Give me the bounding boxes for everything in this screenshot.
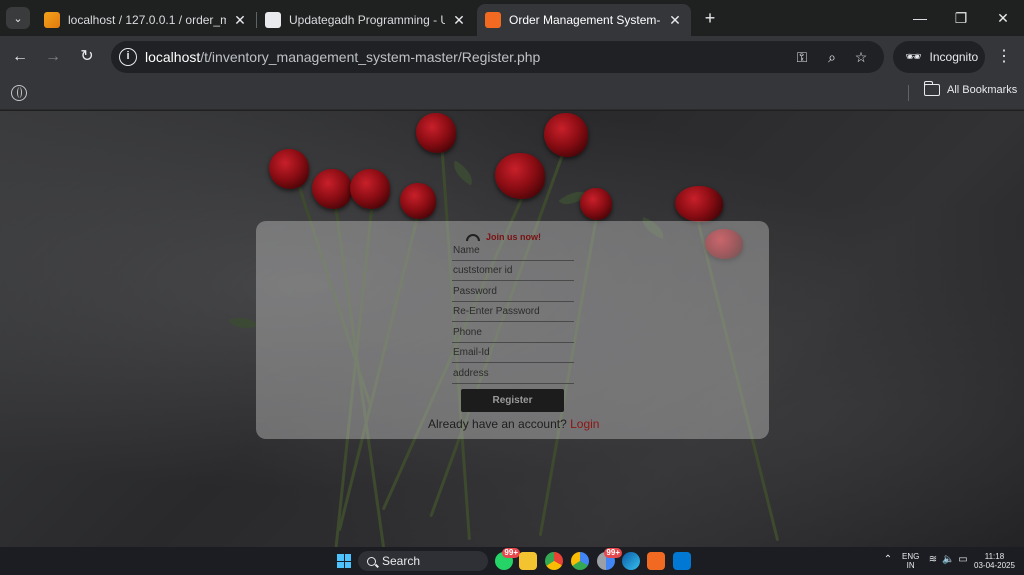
customer-id-field[interactable] (452, 261, 574, 281)
login-prompt: Already have an account? Login (428, 417, 599, 431)
clock[interactable]: 11:18 03-04-2025 (974, 552, 1015, 570)
xampp-icon[interactable] (647, 552, 665, 570)
reload-button[interactable]: ↻ (76, 46, 98, 68)
close-icon: ✕ (997, 10, 1009, 26)
register-button[interactable]: Register (461, 389, 564, 412)
tab-title: Order Management System-regist (509, 13, 661, 27)
arrow-right-icon: → (45, 48, 61, 65)
login-link[interactable]: Login (570, 417, 599, 431)
address-field[interactable] (452, 364, 574, 384)
language-indicator[interactable]: ENG IN (902, 552, 919, 570)
star-icon[interactable]: ☆ (852, 48, 870, 66)
whatsapp-icon[interactable]: 99+ (495, 548, 520, 570)
arrow-left-icon: ← (12, 48, 28, 65)
xampp-icon (485, 12, 501, 28)
leaf (228, 312, 258, 334)
incognito-label: Incognito (929, 50, 979, 64)
rose (580, 188, 612, 220)
more-vertical-icon: ⋮ (996, 48, 1012, 65)
restore-button[interactable]: ❐ (946, 8, 976, 28)
rose (495, 153, 545, 199)
rose (269, 149, 309, 189)
forward-button[interactable]: → (42, 46, 64, 68)
windows-start-icon[interactable] (337, 554, 351, 568)
url-text[interactable]: localhost/t/inventory_management_system-… (145, 49, 540, 65)
notification-badge: 99+ (502, 548, 520, 558)
chevron-up-icon[interactable]: ⌃ (882, 555, 894, 565)
chrome-beta-icon[interactable] (571, 552, 589, 570)
key-icon[interactable]: ⚿ (793, 48, 811, 66)
minimize-button[interactable]: — (905, 8, 935, 28)
leaf (448, 160, 478, 186)
rose (400, 183, 436, 219)
reload-icon: ↻ (80, 48, 94, 65)
password-field[interactable] (452, 282, 574, 302)
updategadh-icon (265, 12, 281, 28)
site-info-icon[interactable]: i (119, 48, 137, 66)
region-code: IN (906, 561, 915, 570)
bookmarks-divider (908, 85, 909, 101)
plus-icon: + (704, 8, 716, 28)
rose (675, 186, 723, 222)
vscode-icon[interactable] (673, 552, 691, 570)
volume-icon[interactable]: 🔈 (942, 555, 954, 565)
rose (312, 169, 352, 209)
tab-phpmyadmin[interactable]: localhost / 127.0.0.1 / order_mgmt ✕ (36, 4, 256, 36)
tab-title: Updategadh Programming - Upda (289, 13, 445, 27)
taskbar: Search 99+ 99+ ⌃ ENG IN ≋ 🔈 ▭ 11:18 03-0… (0, 547, 1024, 575)
email-field[interactable] (452, 343, 574, 363)
browser-toolbar: ← → ↻ i localhost/t/inventory_management… (0, 36, 1024, 78)
folder-icon (923, 81, 940, 96)
close-icon[interactable]: ✕ (451, 12, 467, 29)
search-icon (367, 556, 376, 566)
new-tab-button[interactable]: + (699, 8, 721, 28)
close-icon[interactable]: ✕ (667, 12, 683, 29)
address-bar[interactable]: i localhost/t/inventory_management_syste… (111, 41, 884, 73)
tab-search-button[interactable]: ⌄ (6, 7, 30, 29)
rose (416, 113, 456, 153)
url-host: localhost (145, 49, 201, 65)
taskbar-search[interactable]: Search (358, 551, 488, 571)
close-window-button[interactable]: ✕ (988, 8, 1018, 28)
chrome-dev-icon[interactable]: 99+ (597, 548, 622, 570)
all-bookmarks-button[interactable]: All Bookmarks (923, 81, 1018, 96)
chrome-icon[interactable] (545, 552, 563, 570)
zoom-icon[interactable]: ⌕ (823, 48, 841, 66)
incognito-indicator[interactable]: 🕶 Incognito (893, 41, 985, 73)
restore-icon: ❐ (954, 10, 968, 26)
chevron-down-icon: ⌄ (13, 12, 23, 25)
url-path: /t/inventory_management_system-master/Re… (200, 49, 541, 65)
bookmarks-bar: All Bookmarks (0, 78, 1024, 110)
tab-title: localhost / 127.0.0.1 / order_mgmt (68, 13, 226, 27)
registration-form: Join us now! Register Already have an ac… (256, 221, 769, 439)
page-background: Join us now! Register Already have an ac… (0, 111, 1024, 547)
clock-time: 11:18 (984, 552, 1005, 561)
tab-updategadh[interactable]: Updategadh Programming - Upda ✕ (257, 4, 475, 36)
file-explorer-icon[interactable] (519, 552, 537, 570)
phpmyadmin-icon (44, 12, 60, 28)
minimize-icon: — (913, 10, 927, 26)
name-field[interactable] (452, 241, 574, 261)
close-icon[interactable]: ✕ (232, 12, 248, 29)
edge-icon[interactable] (622, 552, 640, 570)
tab-strip: ⌄ localhost / 127.0.0.1 / order_mgmt ✕ U… (0, 0, 1024, 36)
clock-date: 03-04-2025 (974, 561, 1015, 570)
phone-field[interactable] (452, 323, 574, 343)
confirm-password-field[interactable] (452, 302, 574, 322)
rose (350, 169, 390, 209)
language-code: ENG (902, 552, 920, 561)
notification-badge: 99+ (604, 548, 622, 558)
battery-icon[interactable]: ▭ (957, 555, 969, 565)
browser-menu-button[interactable]: ⋮ (996, 46, 1012, 68)
tab-order-management[interactable]: Order Management System-regist ✕ (477, 4, 691, 36)
globe-icon[interactable] (11, 85, 27, 101)
back-button[interactable]: ← (9, 46, 31, 68)
account-prompt-text: Already have an account? (428, 417, 567, 431)
all-bookmarks-label: All Bookmarks (947, 84, 1018, 96)
taskbar-search-label: Search (382, 554, 421, 568)
wifi-icon[interactable]: ≋ (927, 555, 939, 565)
rose (544, 113, 588, 157)
incognito-icon: 🕶 (905, 49, 922, 64)
phone-icon (466, 233, 480, 241)
